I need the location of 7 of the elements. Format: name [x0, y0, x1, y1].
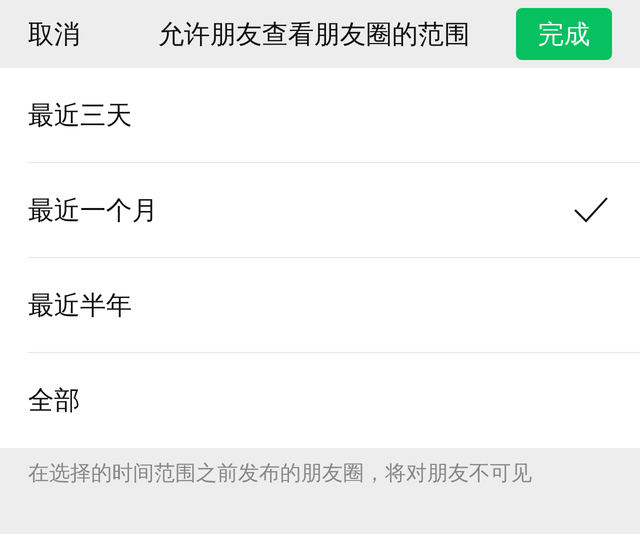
option-row[interactable]: 最近一个月	[28, 163, 640, 258]
option-row[interactable]: 最近半年	[28, 258, 640, 353]
option-row[interactable]: 全部	[28, 353, 640, 448]
option-row[interactable]: 最近三天	[28, 68, 640, 163]
cancel-button[interactable]: 取消	[28, 14, 112, 54]
footer-note: 在选择的时间范围之前发布的朋友圈，将对朋友不可见	[27, 461, 533, 487]
page-title: 允许朋友查看朋友圈的范围	[157, 18, 471, 50]
